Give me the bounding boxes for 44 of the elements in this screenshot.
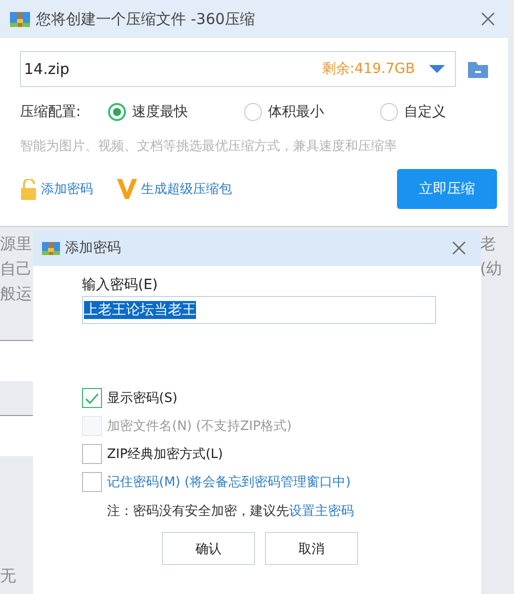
radio-button[interactable]: [108, 103, 126, 121]
dialog-button[interactable]: 确认: [162, 532, 255, 565]
checkbox[interactable]: [82, 388, 102, 408]
dialog-title: 添加密码: [65, 239, 121, 257]
close-icon[interactable]: [480, 11, 496, 27]
option-label: 自定义: [404, 103, 446, 121]
dropdown-icon: [429, 65, 445, 73]
window-title: 您将创建一个压缩文件 -360压缩: [36, 10, 255, 28]
compress-button[interactable]: 立即压缩: [397, 169, 497, 209]
page-text: 般运: [0, 283, 33, 305]
radio-button[interactable]: [380, 103, 398, 121]
page-text: (幼: [480, 258, 504, 280]
field-label: 输入密码(E): [82, 276, 159, 294]
checkbox-label: 显示密码(S): [107, 390, 178, 407]
checkbox[interactable]: [82, 472, 102, 492]
dialog-button[interactable]: 取消: [265, 532, 358, 565]
note-text: 注：密码没有安全加密，建议先: [107, 504, 289, 519]
archive-icon: [10, 9, 30, 29]
option-label: 体积最小: [268, 103, 324, 121]
v-icon: [117, 178, 137, 200]
super-package-link[interactable]: 生成超级压缩包: [141, 180, 232, 198]
filename-text: 14.zip: [24, 60, 70, 78]
archive-icon: [42, 239, 60, 257]
set-master-password-link[interactable]: 设置主密码: [289, 504, 354, 519]
filename-field[interactable]: 14.zip 剩余:419.7GB: [20, 51, 456, 87]
config-label: 压缩配置:: [20, 103, 82, 121]
page-text: 老: [480, 233, 497, 255]
check-icon: [85, 392, 99, 404]
page-text: 源里: [0, 233, 33, 255]
hint-text: 智能为图片、视频、文档等挑选最优压缩方式，兼具速度和压缩率: [20, 138, 398, 155]
page-text: 无: [0, 565, 17, 587]
checkbox-label: 记住密码(M) (将会备忘到密码管理窗口中): [107, 474, 351, 491]
free-space-label: 剩余:419.7GB: [322, 60, 415, 78]
checkbox-label: ZIP经典加密方式(L): [107, 446, 223, 463]
add-password-link[interactable]: 添加密码: [41, 180, 93, 198]
folder-icon[interactable]: [468, 60, 488, 78]
option-label: 速度最快: [132, 103, 188, 121]
padlock-icon: [20, 178, 37, 200]
close-icon[interactable]: [451, 240, 467, 256]
page-text: 自己: [0, 258, 33, 280]
password-field[interactable]: 上老王论坛当老王: [82, 296, 436, 324]
checkbox-label: 加密文件名(N) (不支持ZIP格式): [107, 418, 292, 435]
radio-button[interactable]: [244, 103, 262, 121]
checkbox[interactable]: [82, 444, 102, 464]
